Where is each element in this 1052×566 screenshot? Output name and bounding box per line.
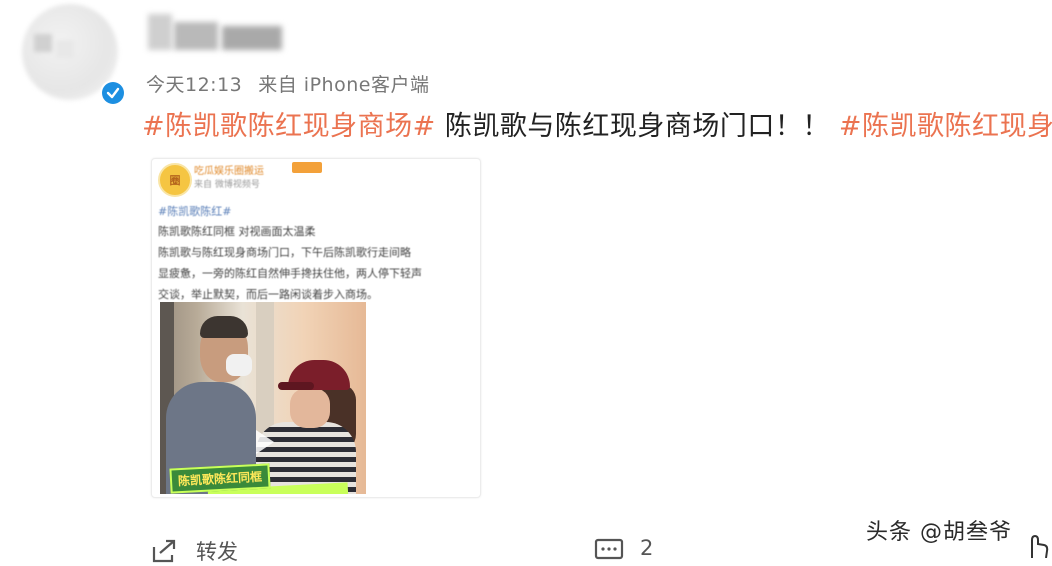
card-author-sub: 来自 微博视频号 xyxy=(194,180,260,190)
watermark: 头条 @胡叁爷 xyxy=(866,520,1012,545)
repost-label: 转发 xyxy=(196,540,238,564)
card-line: 显疲惫，一旁的陈红自然伸手搀扶住他，两人停下轻声 xyxy=(158,267,422,280)
topic-tag-link-2[interactable]: #陈凯歌陈红现身# xyxy=(839,111,1052,142)
topic-tag-link[interactable]: #陈凯歌陈红现身商场# xyxy=(142,111,436,142)
woman-cap-brim xyxy=(278,382,314,390)
repost-button[interactable]: 转发 xyxy=(150,536,238,566)
video-thumbnail[interactable]: 陈凯歌陈红同框 xyxy=(160,302,366,494)
video-caption: 陈凯歌陈红同框 xyxy=(169,463,271,494)
comment-count: 2 xyxy=(640,536,654,560)
verified-badge-icon xyxy=(100,80,126,106)
comment-icon xyxy=(594,538,624,560)
post-body: 陈凯歌与陈红现身商场门口！！ xyxy=(435,111,839,142)
card-topic-tag: #陈凯歌陈红# xyxy=(158,205,232,218)
post-text: #陈凯歌陈红现身商场# 陈凯歌与陈红现身商场门口！！ #陈凯歌陈红现身# xyxy=(142,108,1052,146)
card-line: 陈凯歌陈红同框 对视画面太温柔 xyxy=(158,225,316,238)
post-timestamp[interactable]: 今天12:13 xyxy=(146,74,242,96)
hand-cursor-icon xyxy=(1031,534,1049,558)
man-mask xyxy=(226,354,252,376)
play-icon[interactable] xyxy=(256,430,274,454)
post-meta: 今天12:13 来自 iPhone客户端 xyxy=(146,70,429,97)
username-blurred[interactable] xyxy=(148,14,288,50)
card-avatar: 圈 xyxy=(158,163,192,197)
woman-face xyxy=(290,388,330,428)
post-source: 来自 iPhone客户端 xyxy=(258,74,430,96)
card-line: 陈凯歌与陈红现身商场门口，下午后陈凯歌行走间略 xyxy=(158,246,411,259)
card-body-text: 陈凯歌陈红同框 对视画面太温柔 陈凯歌与陈红现身商场门口，下午后陈凯歌行走间略 … xyxy=(158,221,468,305)
man-hair xyxy=(200,316,248,338)
card-badge-icon xyxy=(292,162,322,173)
attached-image[interactable]: 圈 吃瓜娱乐圈搬运 来自 微博视频号 #陈凯歌陈红# 陈凯歌陈红同框 对视画面太… xyxy=(151,158,481,498)
comment-button[interactable]: 2 xyxy=(594,536,653,560)
repost-icon xyxy=(152,539,176,563)
card-author-name: 吃瓜娱乐圈搬运 xyxy=(194,166,264,177)
